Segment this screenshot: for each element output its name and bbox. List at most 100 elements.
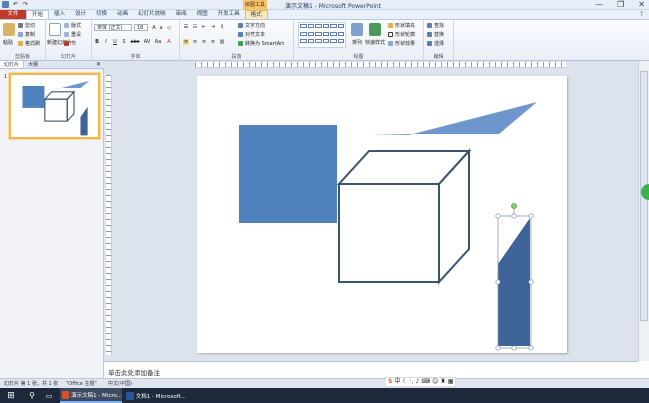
- select-button[interactable]: 选择: [427, 40, 444, 47]
- cube-shape: [336, 148, 472, 285]
- reset-button[interactable]: 重设: [64, 31, 81, 38]
- sogou-icon[interactable]: S: [388, 378, 392, 386]
- punct-icon[interactable]: ·,: [410, 378, 414, 386]
- clear-format-icon[interactable]: ◇: [166, 25, 172, 31]
- user-icon[interactable]: ☺: [432, 378, 438, 386]
- thumbnail-preview: [22, 80, 90, 136]
- shape-effects-button[interactable]: 形状效果: [388, 40, 415, 47]
- paste-icon[interactable]: [3, 23, 15, 36]
- powerpoint-icon: [62, 390, 70, 399]
- keyboard-icon[interactable]: ⌨: [421, 378, 430, 386]
- minimize-button[interactable]: —: [595, 0, 603, 10]
- notes-pane[interactable]: 单击此处添加备注: [104, 361, 638, 378]
- smartart-button[interactable]: 转换为 SmartArt: [238, 40, 284, 47]
- help-icon[interactable]: ?: [634, 10, 649, 19]
- taskbar-item-powerpoint[interactable]: 演示文稿1 - Micro...: [60, 388, 122, 403]
- bullets-icon[interactable]: ☰: [183, 24, 189, 30]
- decrease-indent-icon[interactable]: ⇤: [201, 24, 207, 30]
- copy-button[interactable]: 复制: [18, 31, 35, 38]
- section-button[interactable]: 节: [64, 40, 76, 47]
- numbering-icon[interactable]: ☷: [192, 24, 198, 30]
- arrange-button[interactable]: 排列: [352, 39, 362, 46]
- tab-slideshow[interactable]: 幻灯片放映: [133, 10, 171, 19]
- font-size-combo[interactable]: 18: [134, 24, 148, 31]
- group-label: 编辑: [433, 54, 444, 60]
- group-paragraph: ☰ ☷ ⇤ ⇥ ↕ ≡ ≡ ≡ ≡ ▥ 文字方向 对齐文本 转换为 SmartA…: [180, 20, 294, 61]
- underline-button[interactable]: U: [112, 39, 118, 45]
- quick-styles-button[interactable]: 快速样式: [365, 39, 385, 46]
- vertical-scrollbar[interactable]: [638, 61, 649, 361]
- close-button[interactable]: ✕: [638, 0, 645, 10]
- tab-view[interactable]: 视图: [192, 10, 213, 19]
- char-spacing-button[interactable]: AV: [143, 39, 151, 45]
- shapes-gallery[interactable]: [298, 22, 346, 48]
- shirt-icon[interactable]: ♜: [440, 378, 445, 386]
- tab-insert[interactable]: 插入: [49, 10, 70, 19]
- mic-icon[interactable]: ♪: [416, 378, 420, 386]
- paste-button[interactable]: 粘贴: [3, 39, 13, 46]
- search-button[interactable]: ⚲: [26, 388, 38, 403]
- shape-fill-button[interactable]: 形状填充: [388, 22, 415, 29]
- moon-icon[interactable]: ☾: [402, 378, 407, 386]
- tab-slides[interactable]: 幻灯片: [0, 61, 25, 68]
- start-button[interactable]: ⊞: [4, 388, 18, 403]
- slide-canvas[interactable]: [197, 76, 567, 353]
- tab-developer[interactable]: 开发工具: [213, 10, 245, 19]
- rotated-parallelogram-shape: [498, 218, 530, 346]
- layout-button[interactable]: 版式: [64, 22, 81, 29]
- align-center-icon[interactable]: ≡: [192, 39, 198, 45]
- ime-mode-label[interactable]: 中: [394, 378, 400, 386]
- group-clipboard: 粘贴 剪切 复制 格式刷 剪贴板: [0, 20, 46, 61]
- quick-styles-icon[interactable]: [369, 23, 381, 36]
- grid-icon[interactable]: ▦: [448, 378, 454, 386]
- group-label: 字体: [130, 54, 141, 60]
- font-name-combo[interactable]: 宋体 (正文): [94, 24, 132, 31]
- tab-home[interactable]: 开始: [26, 10, 50, 19]
- task-view-button[interactable]: ▭: [43, 388, 55, 403]
- align-left-icon[interactable]: ≡: [183, 39, 189, 45]
- increase-indent-icon[interactable]: ⇥: [210, 24, 216, 30]
- text-direction-icon: [238, 23, 243, 28]
- maximize-button[interactable]: ❐: [617, 0, 624, 10]
- taskbar-item-word[interactable]: 文档1 - Microsoft...: [124, 388, 186, 403]
- tab-format[interactable]: 格式: [244, 10, 268, 19]
- shadow-button[interactable]: S: [121, 39, 127, 45]
- undo-icon[interactable]: ↶: [12, 1, 19, 8]
- justify-icon[interactable]: ≡: [210, 39, 216, 45]
- strikethrough-button[interactable]: abc: [130, 39, 140, 45]
- italic-button[interactable]: I: [103, 39, 109, 45]
- slide-thumbnail[interactable]: [9, 73, 100, 139]
- align-right-icon[interactable]: ≡: [201, 39, 207, 45]
- slides-panel: 幻灯片 大纲 ✕ 1: [0, 61, 104, 378]
- cut-button[interactable]: 剪切: [18, 22, 35, 29]
- bold-button[interactable]: B: [94, 39, 100, 45]
- select-icon: [427, 41, 432, 46]
- save-icon[interactable]: [2, 1, 9, 8]
- arrange-icon[interactable]: [351, 23, 363, 36]
- line-spacing-icon[interactable]: ↕: [219, 24, 225, 30]
- close-icon[interactable]: ✕: [96, 61, 104, 68]
- word-icon: [126, 391, 134, 400]
- replace-button[interactable]: 替换: [427, 31, 444, 38]
- text-direction-button[interactable]: 文字方向: [238, 22, 265, 29]
- format-painter-button[interactable]: 格式刷: [18, 40, 40, 47]
- grow-font-icon[interactable]: A: [151, 25, 157, 31]
- group-label: 幻灯片: [60, 54, 76, 60]
- font-color-button[interactable]: A: [166, 39, 172, 45]
- shrink-font-icon[interactable]: a: [158, 25, 164, 31]
- new-slide-icon[interactable]: [49, 23, 61, 36]
- redo-icon[interactable]: ↷: [22, 1, 29, 8]
- tab-review[interactable]: 审阅: [171, 10, 192, 19]
- find-button[interactable]: 查找: [427, 22, 444, 29]
- language-indicator[interactable]: 中文(中国): [108, 380, 132, 387]
- tab-outline[interactable]: 大纲: [24, 61, 42, 68]
- columns-icon[interactable]: ▥: [219, 39, 225, 45]
- tab-transitions[interactable]: 切换: [91, 10, 112, 19]
- tab-animations[interactable]: 动画: [112, 10, 133, 19]
- tab-file[interactable]: 文件: [0, 10, 26, 19]
- layout-icon: [64, 23, 69, 28]
- align-text-button[interactable]: 对齐文本: [238, 31, 265, 38]
- change-case-button[interactable]: Aa: [154, 39, 162, 45]
- tab-design[interactable]: 设计: [70, 10, 91, 19]
- shape-outline-button[interactable]: 形状轮廓: [388, 31, 415, 38]
